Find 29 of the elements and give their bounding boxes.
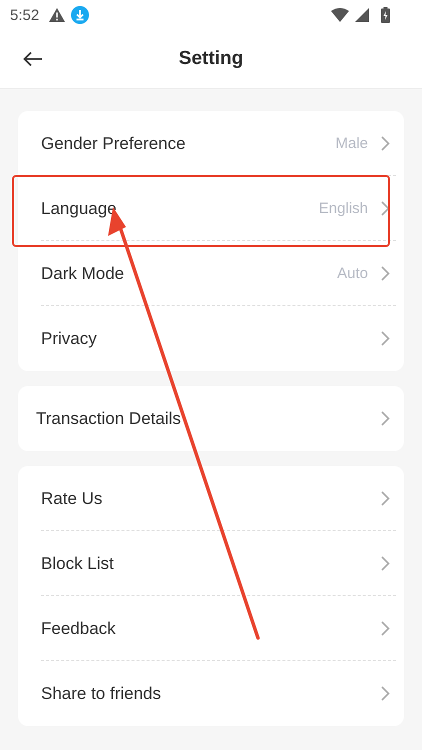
chevron-right-icon <box>381 266 390 281</box>
settings-row[interactable]: Rate Us <box>18 466 404 531</box>
chevron-right-icon <box>381 556 390 571</box>
chevron-right-icon <box>381 411 390 426</box>
back-arrow-icon[interactable] <box>23 51 43 67</box>
settings-row[interactable]: Privacy <box>18 306 404 371</box>
signal-icon <box>355 8 369 22</box>
chevron-right-icon <box>381 621 390 636</box>
setting-value: English <box>318 200 368 217</box>
setting-value: Male <box>335 135 368 152</box>
page-title: Setting <box>178 48 244 70</box>
chevron-right-icon <box>381 201 390 216</box>
battery-icon <box>381 7 390 23</box>
status-time: 5:52 <box>10 6 40 24</box>
settings-row[interactable]: Dark Mode Auto <box>18 241 404 306</box>
download-icon <box>71 6 90 24</box>
settings-row[interactable]: Share to friends <box>18 661 404 726</box>
settings-row[interactable]: Transaction Details <box>18 386 404 451</box>
wifi-icon <box>331 8 349 22</box>
settings-row[interactable]: Gender Preference Male <box>18 111 404 176</box>
setting-value: Auto <box>337 265 368 282</box>
chevron-right-icon <box>381 136 390 151</box>
settings-row[interactable]: Block List <box>18 531 404 596</box>
settings-row[interactable]: Feedback <box>18 596 404 661</box>
chevron-right-icon <box>381 491 390 506</box>
settings-row[interactable]: Language English <box>18 176 404 241</box>
warning-icon <box>49 8 66 22</box>
chevron-right-icon <box>381 686 390 701</box>
chevron-right-icon <box>381 331 390 346</box>
